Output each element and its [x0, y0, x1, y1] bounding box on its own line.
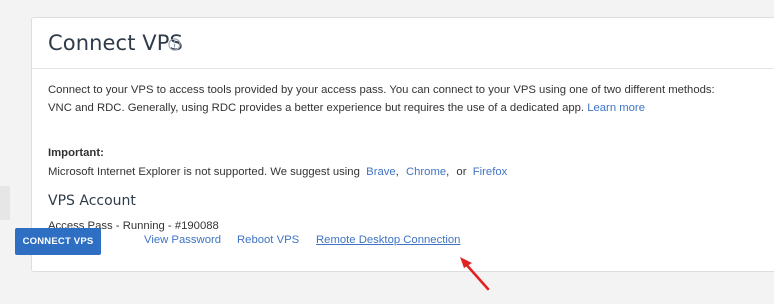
learn-more-link[interactable]: Learn more [587, 102, 645, 114]
view-password-link[interactable]: View Password [144, 234, 221, 246]
intro-line-2-text: VNC and RDC. Generally, using RDC provid… [48, 102, 585, 114]
brave-link[interactable]: Brave [366, 166, 396, 178]
intro-text: Connect to your VPS to access tools prov… [48, 81, 774, 117]
intro-line-1: Connect to your VPS to access tools prov… [48, 84, 715, 96]
chrome-link[interactable]: Chrome [406, 166, 446, 178]
card-header: Connect VPS [32, 18, 774, 69]
connect-vps-button[interactable]: CONNECT VPS [15, 228, 101, 255]
info-circle-icon[interactable] [168, 38, 181, 51]
vps-account-title: VPS Account [48, 193, 136, 209]
page-title: Connect VPS [48, 31, 183, 55]
reboot-vps-link[interactable]: Reboot VPS [237, 234, 299, 246]
separator: , [395, 166, 399, 178]
card-body: Connect to your VPS to access tools prov… [48, 81, 774, 232]
separator: , [446, 166, 450, 178]
browser-support-note: Microsoft Internet Explorer is not suppo… [48, 163, 507, 181]
background-shade [0, 186, 10, 220]
important-label: Important: [48, 147, 104, 159]
red-arrow-icon [460, 257, 490, 291]
remote-desktop-connection-link[interactable]: Remote Desktop Connection [316, 234, 460, 246]
intro-line-2: VNC and RDC. Generally, using RDC provid… [48, 99, 774, 117]
or-text: or [456, 166, 467, 178]
browser-support-text: Microsoft Internet Explorer is not suppo… [48, 166, 360, 178]
firefox-link[interactable]: Firefox [473, 166, 508, 178]
